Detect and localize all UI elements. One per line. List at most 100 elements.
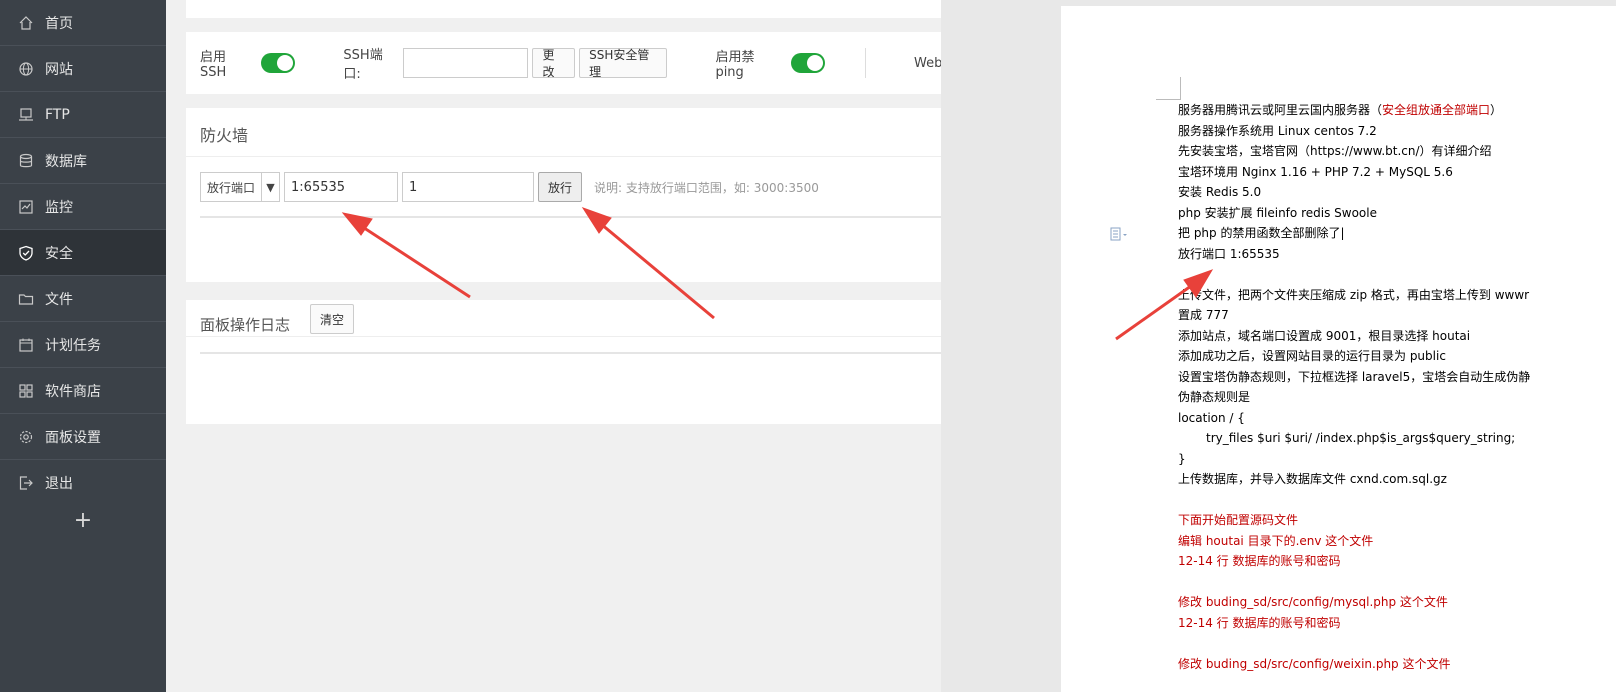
- firewall-type-value: 放行端口: [207, 180, 256, 195]
- sidebar-item-label: 数据库: [45, 153, 87, 170]
- sidebar-item-label: 安全: [45, 245, 73, 262]
- document-line: 下面开始配置源码文件: [1178, 510, 1616, 531]
- change-port-button[interactable]: 更改: [532, 48, 576, 79]
- monitor-icon: [18, 199, 34, 215]
- document-text[interactable]: 服务器用腾讯云或阿里云国内服务器（安全组放通全部端口） 服务器操作系统用 Linu…: [1178, 100, 1616, 674]
- document-text-run: ）: [1490, 103, 1503, 117]
- allow-port-button[interactable]: 放行: [538, 172, 583, 202]
- document-text-run: 12-14 行 数据库的账号和密码: [1178, 615, 1341, 630]
- document-text-run: 服务器操作系统用 Linux centos 7.2: [1178, 123, 1377, 138]
- margin-marker: [1180, 77, 1181, 99]
- sidebar-item-0[interactable]: 首页: [0, 0, 166, 45]
- document-text-run: 添加站点，域名端口设置成 9001，根目录选择 houtai: [1178, 328, 1471, 343]
- shield-icon: [18, 245, 34, 261]
- document-line: php 安装扩展 fileinfo redis Swoole: [1178, 203, 1616, 224]
- document-line: 服务器用腾讯云或阿里云国内服务器（安全组放通全部端口）: [1178, 100, 1616, 121]
- apps-icon: [18, 383, 34, 399]
- sidebar: 首页网站 FTP 数据库监控安全文件计划任务软件商店面板设置退出 +: [0, 0, 166, 692]
- document-text-run: try_files $uri $uri/ /index.php$is_args$…: [1206, 431, 1516, 445]
- sidebar-item-label: 首页: [45, 15, 73, 32]
- sidebar-item-5[interactable]: 安全: [0, 230, 166, 275]
- ban-ping-toggle[interactable]: [791, 53, 826, 73]
- document-line: 把 php 的禁用函数全部删除了|: [1178, 223, 1616, 244]
- document-text-run: location / {: [1178, 410, 1245, 425]
- firewall-type-select[interactable]: 放行端口 ▼: [200, 172, 281, 202]
- sidebar-item-6[interactable]: 文件: [0, 276, 166, 321]
- paste-options-icon[interactable]: [1110, 227, 1127, 243]
- document-text-run: 修改 buding_sd/src/config/mysql.php 这个文件: [1178, 595, 1448, 609]
- document-text-run: 服务器用腾讯云或阿里云国内服务器（: [1178, 103, 1383, 117]
- sidebar-item-1[interactable]: 网站: [0, 46, 166, 91]
- panel-log-card: 面板操作日志 清空: [186, 300, 941, 424]
- document-line: 12-14 行 数据库的账号和密码: [1178, 613, 1616, 634]
- document-text-run: 编辑 houtai 目录下的.env 这个文件: [1178, 533, 1374, 548]
- logout-icon: [18, 475, 34, 491]
- document-text-run: 修改 buding_sd/src/config/weixin.php 这个文件: [1178, 656, 1451, 671]
- divider: [865, 48, 867, 78]
- add-shortcut-button[interactable]: +: [0, 502, 166, 538]
- firewall-title: 防火墙: [200, 126, 249, 145]
- divider: [200, 352, 941, 354]
- sidebar-item-9[interactable]: 面板设置: [0, 414, 166, 459]
- document-text-run: }: [1178, 451, 1186, 466]
- sidebar-item-label: FTP: [45, 106, 70, 123]
- globe-icon: [18, 61, 34, 77]
- sidebar-item-10[interactable]: 退出: [0, 460, 166, 505]
- document-line: try_files $uri $uri/ /index.php$is_args$…: [1178, 428, 1616, 449]
- enable-ssh-toggle[interactable]: [261, 53, 296, 73]
- document-line: 添加站点，域名端口设置成 9001，根目录选择 houtai: [1178, 326, 1616, 347]
- ssh-row: 启用SSH SSH端口: 更改 SSH安全管理 启用禁ping Webl: [186, 32, 941, 94]
- document-line: 12-14 行 数据库的账号和密码: [1178, 551, 1616, 572]
- sidebar-item-8[interactable]: 软件商店: [0, 368, 166, 413]
- port-range-input[interactable]: 1:65535: [284, 172, 399, 202]
- document-line: 置成 777: [1178, 305, 1616, 326]
- document-line: 上传数据库，并导入数据库文件 cxnd.com.sql.gz: [1178, 469, 1616, 490]
- document-line: location / {: [1178, 408, 1616, 429]
- document-text-run: 把 php 的禁用函数全部删除了|: [1178, 226, 1345, 240]
- document-text-run: 宝塔环境用 Nginx 1.16 + PHP 7.2 + MySQL 5.6: [1178, 164, 1453, 179]
- ssh-security-button[interactable]: SSH安全管理: [579, 48, 668, 79]
- sidebar-item-2[interactable]: FTP: [0, 92, 166, 137]
- ban-ping-label: 启用禁ping: [715, 50, 755, 80]
- remark-input[interactable]: 1: [402, 172, 535, 202]
- document-text-run: php 安装扩展 fileinfo redis Swoole: [1178, 205, 1377, 220]
- ssh-port-input[interactable]: [402, 48, 529, 78]
- database-icon: [18, 153, 34, 169]
- document-text-run: 伪静态规则是: [1178, 390, 1251, 404]
- document-line: 上传文件，把两个文件夹压缩成 zip 格式，再由宝塔上传到 wwwr: [1178, 285, 1616, 306]
- document-line: 安装 Redis 5.0: [1178, 182, 1616, 203]
- sidebar-item-label: 监控: [45, 199, 73, 216]
- main-panel: 启用SSH SSH端口: 更改 SSH安全管理 启用禁ping Webl 防火墙…: [166, 0, 941, 692]
- gear-icon: [18, 429, 34, 445]
- sidebar-item-label: 文件: [45, 291, 73, 308]
- document-text-run: 下面开始配置源码文件: [1178, 513, 1299, 527]
- sidebar-item-4[interactable]: 监控: [0, 184, 166, 229]
- document-line: 修改 buding_sd/src/config/mysql.php 这个文件: [1178, 592, 1616, 613]
- sidebar-item-7[interactable]: 计划任务: [0, 322, 166, 367]
- sidebar-item-label: 计划任务: [45, 337, 101, 354]
- calendar-icon: [18, 337, 34, 353]
- document-text-run: 安装 Redis 5.0: [1178, 185, 1262, 199]
- screen: 首页网站 FTP 数据库监控安全文件计划任务软件商店面板设置退出 + 启用SSH S…: [0, 0, 1616, 692]
- document-line: 添加成功之后，设置网站目录的运行目录为 public: [1178, 346, 1616, 367]
- document-line: 修改 buding_sd/src/config/weixin.php 这个文件: [1178, 654, 1616, 675]
- home-icon: [18, 15, 34, 31]
- document-text-run: 先安装宝塔，宝塔官网（https://www.bt.cn/）有详细介绍: [1178, 144, 1492, 158]
- sidebar-item-3[interactable]: 数据库: [0, 138, 166, 183]
- web-label: Webl: [914, 55, 941, 71]
- sidebar-nav: 首页网站 FTP 数据库监控安全文件计划任务软件商店面板设置退出: [0, 0, 166, 505]
- document-text-run: 上传文件，把两个文件夹压缩成 zip 格式，再由宝塔上传到 wwwr: [1178, 287, 1530, 302]
- sidebar-item-label: 退出: [45, 475, 73, 492]
- document-text-run: 上传数据库，并导入数据库文件 cxnd.com.sql.gz: [1178, 472, 1447, 486]
- firewall-card: 防火墙 放行端口 ▼ 1:65535 1 放行 说明: 支持放行端口范围，如: …: [186, 108, 941, 282]
- document-line: 服务器操作系统用 Linux centos 7.2: [1178, 121, 1616, 142]
- enable-ssh-label: 启用SSH: [200, 50, 227, 80]
- document-text-run: 添加成功之后，设置网站目录的运行目录为 public: [1178, 349, 1446, 363]
- document-text-run: 设置宝塔伪静态规则，下拉框选择 laravel5，宝塔会自动生成伪静: [1178, 369, 1531, 384]
- sidebar-item-label: 软件商店: [45, 383, 101, 400]
- document-line: 宝塔环境用 Nginx 1.16 + PHP 7.2 + MySQL 5.6: [1178, 162, 1616, 183]
- clear-log-button[interactable]: 清空: [310, 304, 355, 334]
